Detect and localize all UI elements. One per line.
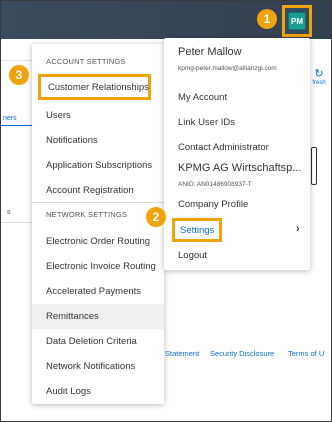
company-name: KPMG AG Wirtschaftsp...	[178, 162, 302, 174]
menu-item-network-notifications[interactable]: Network Notifications	[32, 354, 164, 379]
user-menu: Peter Mallow kpmg-peter.mallow@allianzgi…	[164, 38, 310, 270]
background-text-fragment: s	[7, 209, 11, 216]
menu-item-application-subscriptions[interactable]: Application Subscriptions	[32, 153, 164, 178]
menu-item-contact-administrator[interactable]: Contact Administrator	[164, 135, 310, 159]
avatar[interactable]: PM	[288, 12, 306, 30]
background-tab-fragment: ners	[3, 115, 17, 122]
footer-link-security-disclosure[interactable]: Security Disclosure	[210, 349, 274, 358]
menu-item-accelerated-payments[interactable]: Accelerated Payments	[32, 279, 164, 304]
company-anid: ANID: AN01486908937-T	[178, 181, 252, 188]
user-name: Peter Mallow	[178, 46, 242, 58]
step-2-marker: 2	[146, 207, 166, 227]
user-email: kpmg-peter.mallow@allianzgi.com	[178, 65, 277, 72]
menu-item-settings[interactable]: Settings	[172, 218, 222, 242]
account-settings-heading: ACCOUNT SETTINGS	[46, 57, 126, 66]
menu-item-remittances[interactable]: Remittances	[32, 304, 164, 329]
menu-item-users[interactable]: Users	[32, 103, 164, 128]
footer-link-terms[interactable]: Terms of U	[288, 349, 324, 358]
menu-item-my-account[interactable]: My Account	[164, 85, 310, 109]
menu-item-data-deletion-criteria[interactable]: Data Deletion Criteria	[32, 329, 164, 354]
background-divider	[1, 60, 32, 61]
menu-divider	[32, 202, 164, 203]
menu-item-audit-logs[interactable]: Audit Logs	[32, 379, 164, 404]
background-divider	[1, 222, 32, 223]
screenshot-frame: 1 PM ners s ↻ fresh Statement Security D…	[0, 0, 332, 422]
menu-item-logout[interactable]: Logout	[164, 243, 310, 267]
scrollbar-thumb[interactable]	[311, 147, 317, 185]
background-tab-underline	[1, 125, 32, 126]
menu-item-link-user-ids[interactable]: Link User IDs	[164, 110, 310, 134]
step-3-marker: 3	[9, 65, 29, 85]
menu-item-notifications[interactable]: Notifications	[32, 128, 164, 153]
menu-item-electronic-invoice-routing[interactable]: Electronic Invoice Routing	[32, 254, 164, 279]
refresh-label: fresh	[312, 80, 326, 86]
menu-item-account-registration[interactable]: Account Registration	[32, 178, 164, 203]
avatar-highlight[interactable]: PM	[282, 5, 312, 37]
chevron-right-icon: ›	[296, 223, 300, 235]
network-settings-heading: NETWORK SETTINGS	[46, 210, 128, 219]
menu-item-company-profile[interactable]: Company Profile	[164, 192, 310, 216]
settings-menu: ACCOUNT SETTINGS Customer Relationships …	[32, 44, 164, 404]
menu-item-electronic-order-routing[interactable]: Electronic Order Routing	[32, 229, 164, 254]
footer-link-statement[interactable]: Statement	[165, 349, 199, 358]
menu-item-customer-relationships[interactable]: Customer Relationships	[38, 74, 151, 100]
step-1-marker: 1	[257, 9, 277, 29]
